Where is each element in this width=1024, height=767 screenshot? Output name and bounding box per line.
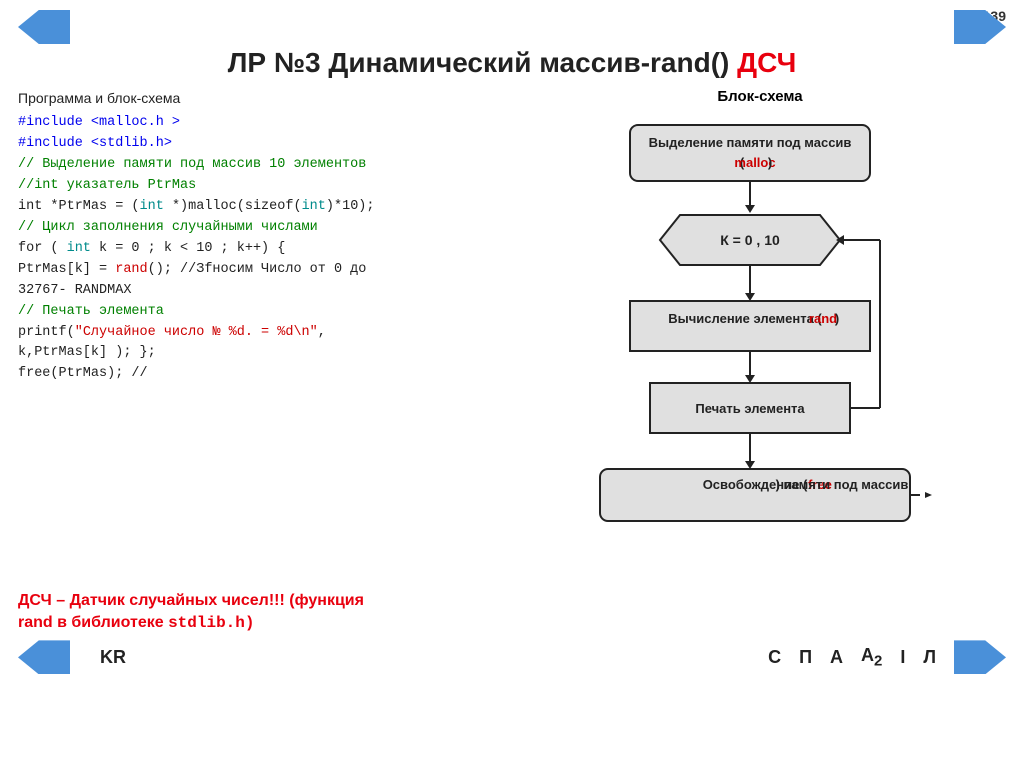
nav-bottom-prev-button[interactable] xyxy=(18,640,70,674)
dsch-note-line2: rand в библиотеке xyxy=(18,614,168,631)
top-nav xyxy=(18,10,1006,44)
bottom-nav: KR С П А А2 І Л xyxy=(18,640,1006,674)
flowchart-svg: Выделение памяти под массив ( malloc ) К… xyxy=(514,115,1006,555)
bottom-nav-left: KR xyxy=(18,640,126,674)
code-line-10: // Печать элемента xyxy=(18,302,490,323)
nav-item-a1: А xyxy=(830,647,843,668)
svg-text:): ) xyxy=(768,155,772,170)
nav-bottom-next-button[interactable] xyxy=(954,640,1006,674)
svg-text:): ) xyxy=(835,311,839,326)
nav-item-a2: А2 xyxy=(861,645,882,670)
nav-item-c: С xyxy=(768,647,781,668)
nav-item-p: П xyxy=(799,647,812,668)
main-content: Программа и блок-схема #include <malloc.… xyxy=(18,88,1006,578)
code-line-12: k,PtrMas[k] ); }; xyxy=(18,343,490,364)
page-title: ЛР №3 Динамический массив-rand() ДСЧ xyxy=(18,46,1006,80)
code-label: Программа и блок-схема xyxy=(18,88,490,110)
title-main: ЛР №3 Динамический массив-rand() xyxy=(228,47,737,78)
svg-text:Вычисление элемента (: Вычисление элемента ( xyxy=(668,311,822,326)
code-line-4: //int указатель PtrMas xyxy=(18,176,490,197)
nav-prev-button[interactable] xyxy=(18,10,70,44)
nav-item-l: Л xyxy=(923,647,936,668)
code-line-13: free(PtrMas); // xyxy=(18,364,490,385)
svg-text:К = 0 , 10: К = 0 , 10 xyxy=(720,232,780,248)
code-line-2: #include <stdlib.h> xyxy=(18,134,490,155)
code-line-5: int *PtrMas = (int *)malloc(sizeof(int)*… xyxy=(18,197,490,218)
dsch-note-mono: stdlib.h) xyxy=(168,614,254,632)
code-panel: Программа и блок-схема #include <malloc.… xyxy=(18,88,498,578)
svg-text:rand: rand xyxy=(809,311,837,326)
dsch-note-line1: ДСЧ – Датчик случайных чисел!!! (функция xyxy=(18,592,364,609)
dsch-note: ДСЧ – Датчик случайных чисел!!! (функция… xyxy=(18,590,1006,635)
svg-text:) памяти под массив: ) памяти под массив xyxy=(776,477,909,492)
code-line-9: 32767- RANDMAX xyxy=(18,281,490,302)
code-line-1: #include <malloc.h > xyxy=(18,113,490,134)
code-line-11: printf("Случайное число № %d. = %d\n", xyxy=(18,323,490,344)
flowchart-panel: Блок-схема Выделение памяти под массив (… xyxy=(514,88,1006,578)
svg-text:Выделение памяти под массив: Выделение памяти под массив xyxy=(649,135,852,150)
bottom-nav-right: С П А А2 І Л xyxy=(768,640,1006,674)
svg-text:Печать элемента: Печать элемента xyxy=(695,401,805,416)
title-accent: ДСЧ xyxy=(737,47,796,78)
nav-item-i: І xyxy=(900,647,905,668)
code-line-3: // Выделение памяти под массив 10 элемен… xyxy=(18,155,490,176)
bottom-section: ДСЧ – Датчик случайных чисел!!! (функция… xyxy=(18,586,1006,675)
code-line-7: for ( int k = 0 ; k < 10 ; k++) { xyxy=(18,239,490,260)
flowchart-title: Блок-схема xyxy=(514,88,1006,105)
code-line-8: PtrMas[k] = rand(); //Зfносим Число от 0… xyxy=(18,260,490,281)
code-line-6: // Цикл заполнения случайными числами xyxy=(18,218,490,239)
nav-kr-label: KR xyxy=(100,647,126,668)
